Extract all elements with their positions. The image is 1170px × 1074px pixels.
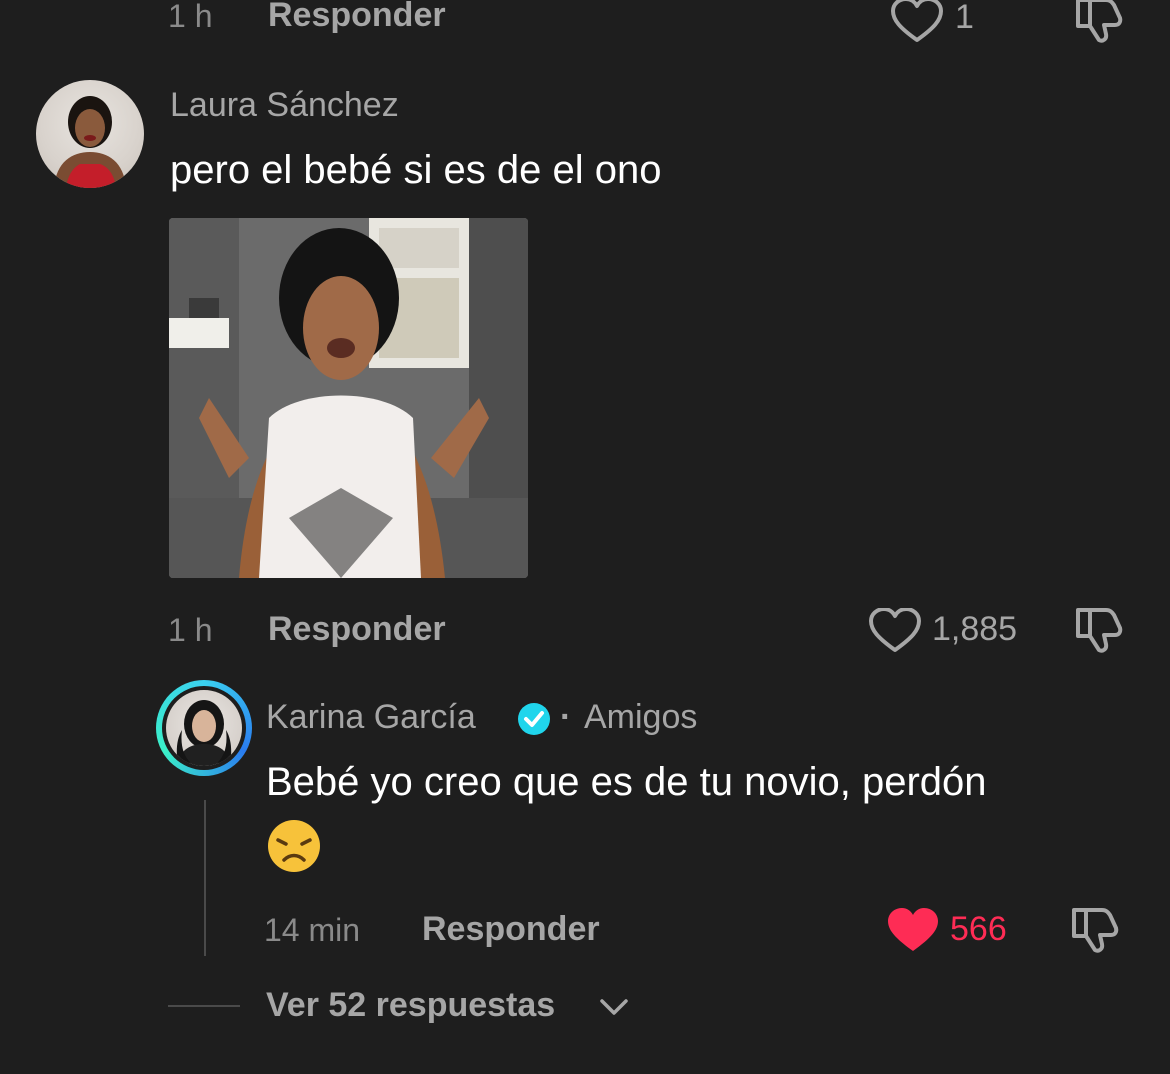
disappointed-face-icon [266, 818, 322, 874]
reply-time: 14 min [264, 912, 361, 948]
verified-badge-icon [517, 702, 551, 736]
top-like-count: 1 [955, 0, 974, 36]
top-comment-time: 1 h [168, 0, 213, 34]
reply-button[interactable]: Responder [268, 610, 446, 649]
reply-author[interactable]: Karina García [266, 698, 476, 737]
top-reply-button[interactable]: Responder [268, 0, 446, 35]
dislike-icon[interactable] [1072, 606, 1126, 654]
dislike-icon[interactable] [1068, 906, 1122, 954]
comment-time: 1 h [168, 612, 213, 648]
chevron-down-icon[interactable] [598, 996, 630, 1018]
like-count: 566 [950, 910, 1007, 948]
like-count: 1,885 [932, 610, 1018, 648]
relation-separator: · [560, 698, 572, 736]
relation-label: Amigos [584, 698, 698, 736]
view-replies-button[interactable]: Ver 52 respuestas [266, 986, 555, 1025]
avatar[interactable] [156, 680, 252, 776]
dislike-icon[interactable] [1072, 0, 1126, 44]
heart-filled-icon[interactable] [886, 908, 940, 954]
reply-text: Bebé yo creo que es de tu novio, perdón [266, 760, 987, 804]
avatar[interactable] [36, 80, 144, 188]
thread-line [204, 800, 206, 956]
heart-outline-icon[interactable] [890, 0, 944, 44]
divider-line [168, 1005, 240, 1007]
comment-gif-image[interactable] [169, 218, 528, 578]
comment-text: pero el bebé si es de el ono [170, 148, 662, 192]
reply-button[interactable]: Responder [422, 910, 600, 949]
comment-author[interactable]: Laura Sánchez [170, 86, 399, 125]
heart-outline-icon[interactable] [868, 608, 922, 654]
